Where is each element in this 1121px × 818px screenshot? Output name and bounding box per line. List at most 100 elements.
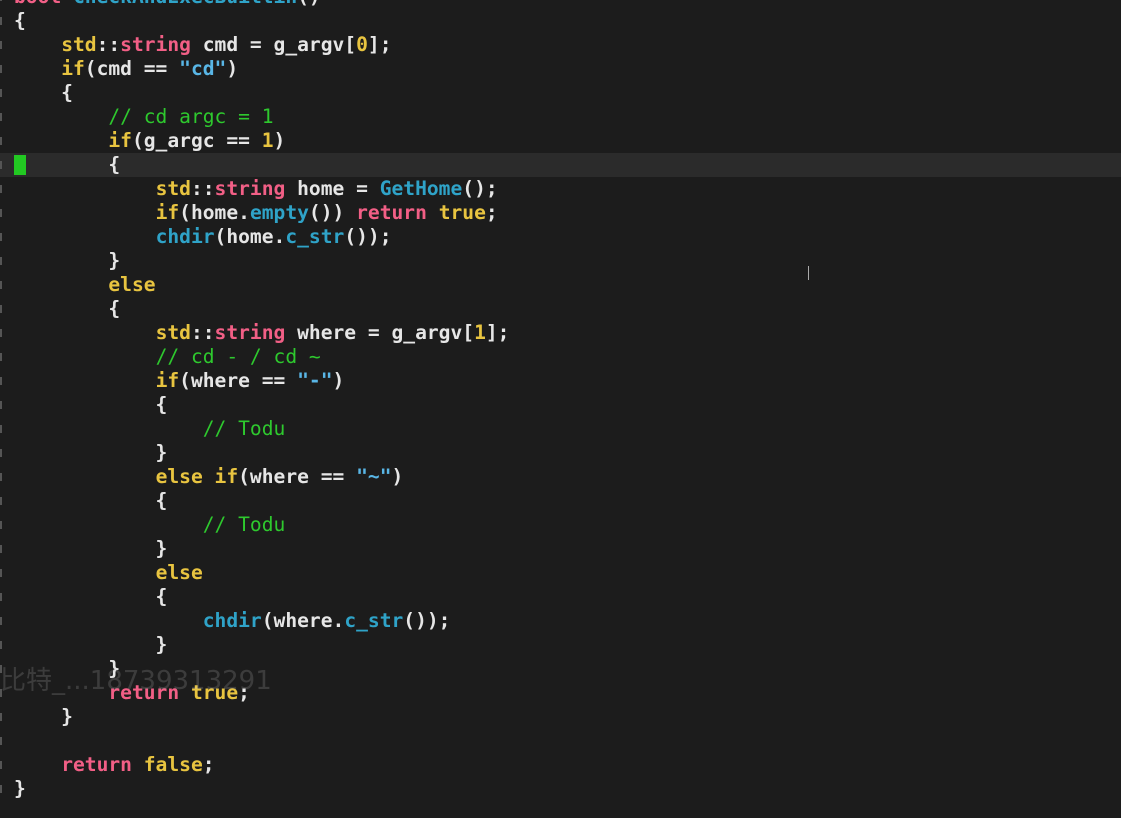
code-line[interactable]: chdir(where.c_str());: [0, 609, 1121, 633]
code-line[interactable]: {: [0, 489, 1121, 513]
code-line[interactable]: {: [0, 9, 1121, 33]
mouse-ibeam-icon: [808, 266, 813, 280]
code-line[interactable]: else: [0, 273, 1121, 297]
code-token: (cmd ==: [84, 57, 180, 80]
code-token: ::: [190, 321, 215, 344]
code-token: {: [14, 393, 168, 416]
gutter-mark: [0, 353, 2, 361]
code-line[interactable]: {: [0, 393, 1121, 417]
code-line[interactable]: }: [0, 633, 1121, 657]
code-text: chdir(home.c_str());: [14, 225, 392, 249]
gutter-mark: [0, 233, 2, 241]
code-line[interactable]: else if(where == "~"): [0, 465, 1121, 489]
code-line[interactable]: }: [0, 249, 1121, 273]
code-token: }: [14, 441, 168, 464]
code-token: chdir: [202, 609, 262, 632]
code-area[interactable]: bool CheckAndExecBuiltin(){ std::string …: [0, 0, 1121, 801]
code-line[interactable]: if(where == "-"): [0, 369, 1121, 393]
code-token: 1: [261, 129, 274, 152]
gutter-mark: [0, 761, 2, 769]
code-text: else if(where == "~"): [14, 465, 404, 489]
code-line[interactable]: else: [0, 561, 1121, 585]
code-token: 0: [356, 33, 368, 56]
code-text: std::string cmd = g_argv[0];: [14, 33, 391, 57]
code-line[interactable]: std::string home = GetHome();: [0, 177, 1121, 201]
code-text: }: [14, 657, 120, 681]
code-token: ;: [485, 201, 498, 224]
code-text: // Todu: [14, 513, 286, 537]
code-text: bool CheckAndExecBuiltin(): [14, 0, 321, 9]
code-token: false: [143, 753, 203, 776]
code-line[interactable]: if(home.empty()) return true;: [0, 201, 1121, 225]
code-token: ];: [485, 321, 510, 344]
code-token: (): [297, 0, 321, 8]
code-line[interactable]: chdir(home.c_str());: [0, 225, 1121, 249]
code-line[interactable]: bool CheckAndExecBuiltin(): [0, 0, 1121, 9]
code-token: return: [108, 681, 180, 704]
code-text: chdir(where.c_str());: [14, 609, 451, 633]
code-line[interactable]: std::string where = g_argv[1];: [0, 321, 1121, 345]
code-line[interactable]: {: [0, 153, 1121, 177]
code-token: ): [332, 369, 345, 392]
code-token: // cd - / cd ~: [155, 345, 321, 368]
code-text: if(home.empty()) return true;: [14, 201, 498, 225]
code-line[interactable]: {: [0, 81, 1121, 105]
code-token: }: [14, 537, 168, 560]
code-line[interactable]: return false;: [0, 753, 1121, 777]
code-line[interactable]: if(g_argc == 1): [0, 129, 1121, 153]
gutter-mark: [0, 305, 2, 313]
code-token: (home.: [179, 201, 250, 224]
gutter-mark: [0, 17, 2, 25]
gutter-mark: [0, 569, 2, 577]
code-line[interactable]: }: [0, 657, 1121, 681]
code-token: if: [155, 369, 180, 392]
code-token: }: [14, 657, 121, 680]
code-line[interactable]: std::string cmd = g_argv[0];: [0, 33, 1121, 57]
code-token: CheckAndExecBuiltin: [73, 0, 297, 8]
code-line[interactable]: {: [0, 585, 1121, 609]
code-token: (home.: [214, 225, 286, 248]
code-token: ()): [308, 201, 357, 224]
code-token: ());: [344, 225, 392, 248]
gutter-mark: [0, 329, 2, 337]
code-token: where = g_argv[: [285, 321, 475, 344]
code-token: c_str: [285, 225, 345, 248]
code-line[interactable]: {: [0, 297, 1121, 321]
code-line[interactable]: return true;: [0, 681, 1121, 705]
code-line[interactable]: // Todu: [0, 513, 1121, 537]
code-line[interactable]: }: [0, 777, 1121, 801]
code-token: ): [226, 57, 239, 80]
code-line[interactable]: [0, 729, 1121, 753]
code-line[interactable]: // cd - / cd ~: [0, 345, 1121, 369]
code-token: if: [214, 465, 239, 488]
gutter-mark: [0, 185, 2, 193]
gutter-mark: [0, 713, 2, 721]
code-line[interactable]: }: [0, 441, 1121, 465]
code-line[interactable]: }: [0, 705, 1121, 729]
code-text: {: [14, 153, 120, 177]
code-line[interactable]: }: [0, 537, 1121, 561]
code-token: return: [356, 201, 427, 224]
code-token: "~": [356, 465, 392, 488]
code-token: {: [14, 81, 73, 104]
code-editor[interactable]: bool CheckAndExecBuiltin(){ std::string …: [0, 0, 1121, 818]
gutter-mark: [0, 401, 2, 409]
code-token: ): [273, 129, 286, 152]
gutter-mark: [0, 113, 2, 121]
gutter-mark: [0, 161, 2, 169]
code-token: else: [108, 273, 156, 296]
code-line[interactable]: // Todu: [0, 417, 1121, 441]
code-text: }: [14, 249, 120, 273]
code-line[interactable]: // cd argc = 1: [0, 105, 1121, 129]
code-token: true: [438, 201, 486, 224]
code-line[interactable]: if(cmd == "cd"): [0, 57, 1121, 81]
code-text: {: [14, 297, 120, 321]
